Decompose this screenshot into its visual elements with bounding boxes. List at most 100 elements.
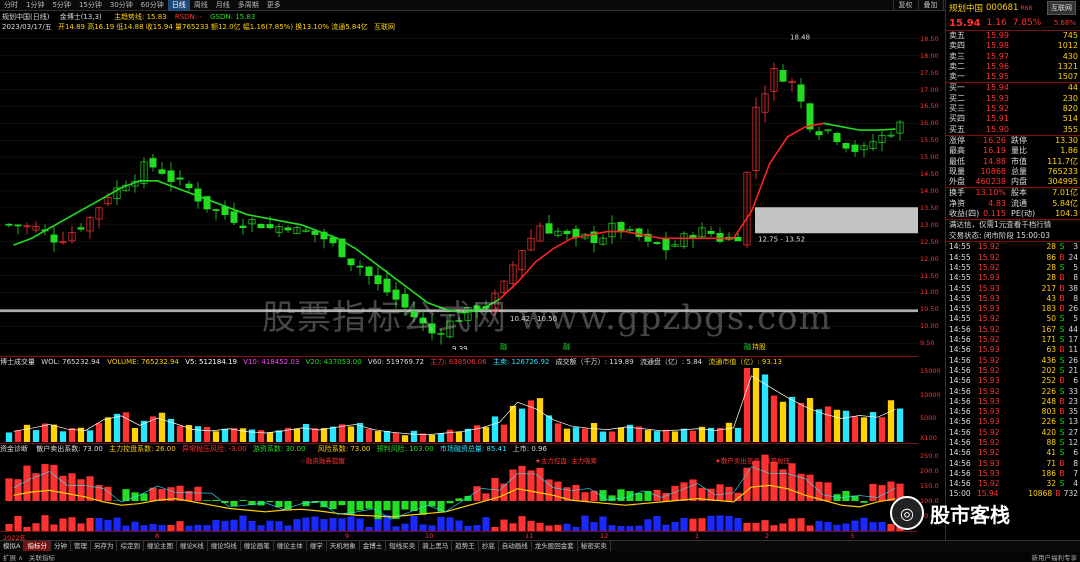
indicator-tab-1[interactable]: 指标分 — [24, 541, 51, 551]
fund-base-bar — [212, 519, 220, 531]
period-tab-6[interactable]: 日线 — [167, 0, 190, 11]
indicator-tab-0[interactable]: 模拟A — [0, 541, 25, 551]
indicator-tab-6[interactable]: 缠论主图 — [144, 541, 177, 551]
tick-row[interactable]: 14:55 15.92 50 S 5 — [946, 314, 1080, 324]
indicator-tab-9[interactable]: 缠论画笔 — [241, 541, 274, 551]
indicator-tab-4[interactable]: 另存为 — [91, 541, 118, 551]
tick-volume: 171 — [1041, 335, 1056, 345]
indicator-tab-12[interactable]: 天机地象 — [327, 541, 360, 551]
order-row-sell: 卖五 15.99 745 — [946, 31, 1080, 41]
candle-body — [167, 170, 175, 182]
tick-row[interactable]: 14:56 15.93 803 B 35 — [946, 407, 1080, 417]
tick-row[interactable]: 14:56 15.92 420 S 27 — [946, 428, 1080, 438]
order-price: 15.97 — [986, 51, 1009, 61]
period-tab-2[interactable]: 5分钟 — [48, 0, 74, 11]
tick-time: 14:55 — [949, 273, 971, 283]
fund-warning-1: ★主力控盘: 主力吸筹 — [535, 456, 598, 465]
period-tab-9[interactable]: 多周期 — [234, 0, 263, 11]
period-tab-10[interactable]: 更多 — [263, 0, 285, 11]
date-axis: 2022年 8 9 10 11 12 1 2 3 — [0, 531, 918, 542]
wechat-icon: ◎ — [890, 496, 924, 530]
toolbar-button-1[interactable]: 叠加 — [917, 0, 943, 11]
toolbar-button-0[interactable]: 复权 — [892, 0, 918, 11]
tick-row[interactable]: 14:56 15.92 32 S 4 — [946, 479, 1080, 489]
period-tab-5[interactable]: 60分钟 — [137, 0, 168, 11]
indicator-tab-20[interactable]: 秘密买卖 — [578, 541, 611, 551]
indicator-tab-8[interactable]: 缠论均线 — [208, 541, 241, 551]
indicator-tab-3[interactable]: 管理 — [71, 541, 91, 551]
candle-body — [797, 84, 805, 102]
tick-row[interactable]: 14:56 15.93 186 B 7 — [946, 469, 1080, 479]
fund-chart[interactable]: ☆融资融券提醒 ★主力控盘: 主力吸筹 ★散户卖出信号: 异常抛压 — [0, 453, 918, 531]
candle-body — [284, 227, 292, 231]
tick-row[interactable]: 14:56 15.93 252 B 6 — [946, 376, 1080, 386]
fund-bar — [230, 501, 238, 507]
tick-row[interactable]: 14:55 15.92 86 B 24 — [946, 253, 1080, 263]
indicator-tab-10[interactable]: 缠论主体 — [274, 541, 307, 551]
expand-button[interactable]: 扩展 ∧ — [0, 552, 26, 562]
tick-row[interactable]: 14:56 15.92 171 S 17 — [946, 335, 1080, 345]
tick-row[interactable]: 14:56 15.92 88 S 12 — [946, 438, 1080, 448]
volume-chart[interactable] — [0, 366, 918, 442]
indicator-tab-13[interactable]: 金博士 — [360, 541, 387, 551]
tick-count: 8 — [1073, 458, 1078, 468]
tick-row[interactable]: 14:56 15.93 63 B 11 — [946, 345, 1080, 355]
fund-base-bar — [374, 519, 382, 531]
tick-row[interactable]: 14:55 15.93 28 B 8 — [946, 273, 1080, 283]
period-tab-8[interactable]: 月线 — [212, 0, 234, 11]
period-tab-0[interactable]: 分时 — [0, 0, 22, 11]
related-indicator[interactable]: 关联指标 — [26, 552, 58, 562]
tick-list[interactable]: 14:55 15.92 28 S 3 14:55 15.92 86 B 24 14:55 15.92 2… — [946, 242, 1080, 499]
indicator-tab-18[interactable]: 自动画线 — [499, 541, 532, 551]
sector-button[interactable]: 互联网 — [1047, 1, 1076, 15]
tick-row[interactable]: 14:55 15.92 28 S 5 — [946, 263, 1080, 273]
indicator-tab-5[interactable]: 综定到 — [117, 541, 144, 551]
tick-row[interactable]: 14:55 15.92 28 S 3 — [946, 242, 1080, 252]
indicator-tab-2[interactable]: 分钟 — [51, 541, 71, 551]
candle-body — [356, 265, 364, 268]
sector-tag[interactable]: 互联网 — [374, 23, 395, 31]
tick-price: 15.93 — [978, 417, 1000, 427]
promo-text[interactable]: 满达信，仅需1元查看千档行情 — [946, 220, 1080, 231]
indicator-tab-14[interactable]: 短线买卖 — [386, 541, 420, 551]
tick-row[interactable]: 14:55 15.93 43 B 8 — [946, 294, 1080, 304]
indicator-tab-17[interactable]: 抄底 — [479, 541, 499, 551]
price-tick-7: 15.00 — [920, 153, 939, 162]
date-label-6: 1 — [695, 532, 700, 540]
period-tab-3[interactable]: 15分钟 — [75, 0, 106, 11]
candle-body — [374, 275, 382, 285]
tick-row[interactable]: 14:55 15.93 217 B 38 — [946, 284, 1080, 294]
tick-row[interactable]: 14:56 15.92 226 S 33 — [946, 387, 1080, 397]
fund-base-bar — [752, 522, 760, 531]
indicator-tab-7[interactable]: 缠论K线 — [177, 541, 208, 551]
tick-row[interactable]: 14:56 15.92 41 S 6 — [946, 448, 1080, 458]
indicator-tab-19[interactable]: 龙头股回金套 — [532, 541, 578, 551]
tick-row[interactable]: 14:56 15.92 167 S 44 — [946, 325, 1080, 335]
tick-count: 4 — [1073, 479, 1078, 489]
promo-link[interactable]: 新用户福利专享 — [1029, 552, 1080, 562]
tick-volume: 252 — [1041, 376, 1056, 386]
tick-row[interactable]: 14:56 15.92 436 S 26 — [946, 356, 1080, 366]
period-tab-4[interactable]: 30分钟 — [106, 0, 137, 11]
tick-time: 14:56 — [949, 407, 971, 417]
tick-row[interactable]: 14:56 15.93 71 B 8 — [946, 459, 1080, 469]
period-tab-7[interactable]: 周线 — [190, 0, 212, 11]
tick-time: 14:56 — [949, 335, 971, 345]
stat-label: 最低 — [949, 156, 965, 166]
period-tab-1[interactable]: 1分钟 — [22, 0, 48, 11]
wechat-badge: ◎ 股市客栈 — [890, 496, 1010, 530]
tick-row[interactable]: 14:55 15.93 183 B 26 — [946, 304, 1080, 314]
indicator-tab-15[interactable]: 骑上黑马 — [419, 541, 453, 551]
tick-row[interactable]: 14:56 15.93 248 B 23 — [946, 397, 1080, 407]
tick-row[interactable]: 14:56 15.93 226 S 13 — [946, 417, 1080, 427]
volume-bar — [257, 430, 265, 442]
watermark-text: 股票指标公式网 www.gpzbgs.com — [262, 298, 832, 338]
tick-side: S — [1059, 448, 1065, 458]
indicator-tab-16[interactable]: 趋势王 — [452, 541, 479, 551]
indicator-tab-11[interactable]: 缠学 — [307, 541, 327, 551]
fund-base-bar — [743, 522, 751, 531]
candle-body — [5, 223, 13, 226]
candle-body — [545, 223, 553, 234]
order-price: 15.96 — [986, 61, 1009, 71]
tick-row[interactable]: 14:56 15.92 202 S 21 — [946, 366, 1080, 376]
